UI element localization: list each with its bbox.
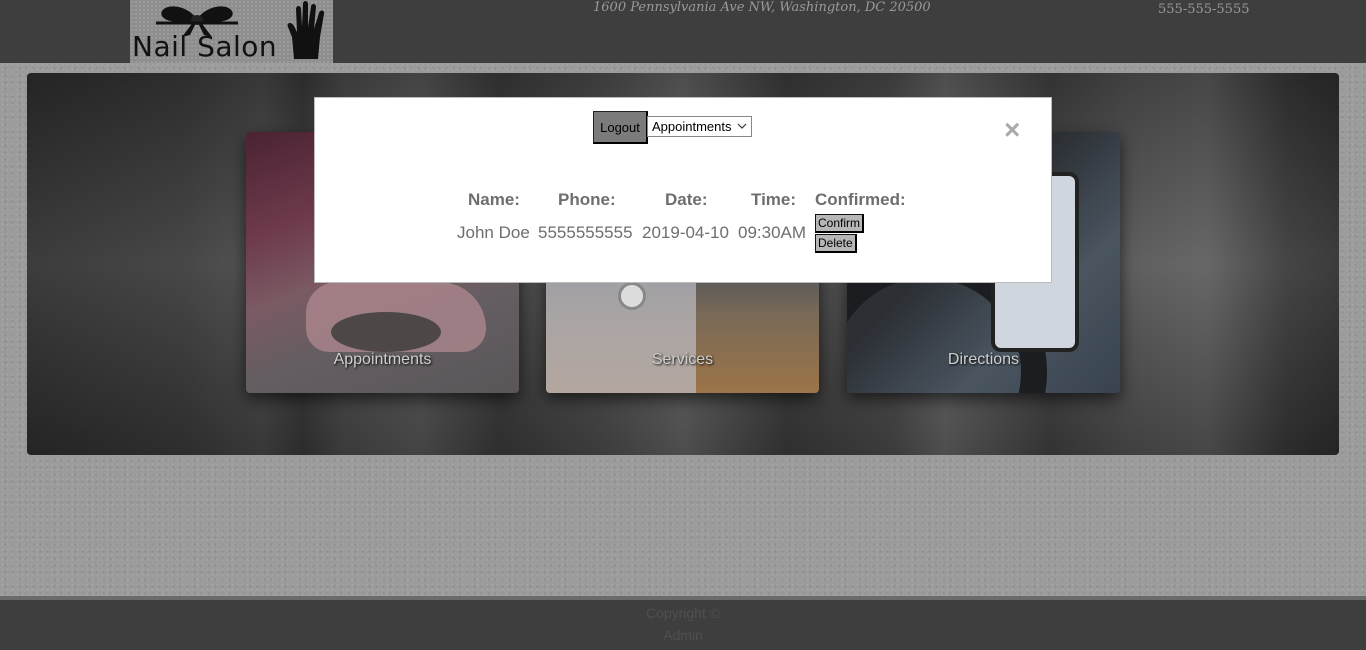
cell-phone: 5555555555 — [538, 223, 633, 242]
column-header-time: Time: — [751, 190, 797, 209]
column-header-name: Name: — [468, 190, 520, 209]
confirm-button[interactable]: Confirm — [815, 214, 865, 233]
chevron-down-icon — [737, 123, 747, 129]
column-header-date: Date: — [665, 190, 708, 209]
view-select-value: Appointments — [652, 119, 732, 134]
column-header-phone: Phone: — [558, 190, 616, 209]
view-select[interactable]: Appointments — [647, 116, 752, 137]
cell-name: John Doe — [457, 223, 530, 242]
delete-button[interactable]: Delete — [815, 234, 857, 253]
close-icon[interactable]: × — [1004, 116, 1020, 144]
cell-time: 09:30AM — [738, 223, 807, 242]
cell-date: 2019-04-10 — [642, 223, 729, 242]
appointments-modal: Logout Appointments × Name: Phone: Date:… — [314, 97, 1052, 283]
logout-button[interactable]: Logout — [593, 111, 648, 144]
column-header-confirmed: Confirmed: — [815, 190, 906, 209]
